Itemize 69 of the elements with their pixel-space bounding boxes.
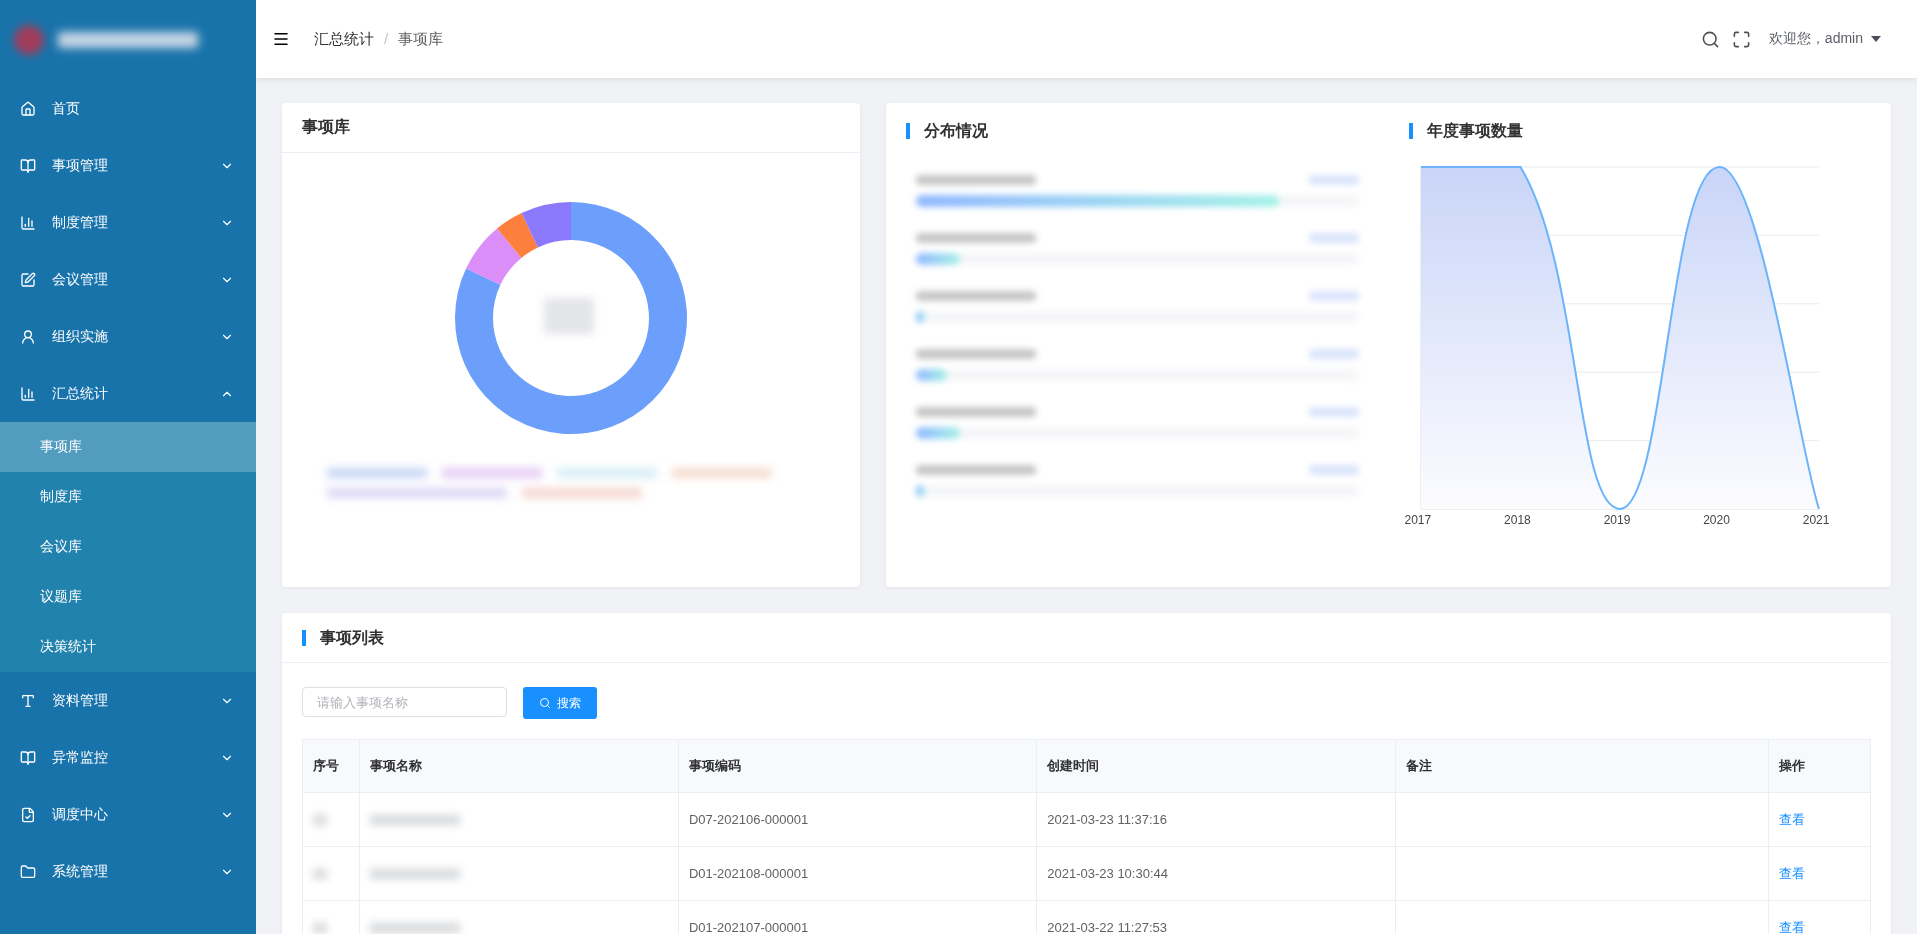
book-icon [20, 749, 36, 766]
table-cell: D07-202106-000001 [678, 792, 1037, 847]
blurred-cell [313, 922, 327, 933]
home-icon [20, 100, 36, 117]
search-icon[interactable] [1700, 29, 1720, 49]
section-title: 年度事项数量 [1408, 123, 1871, 139]
axis-label: 2017 [1404, 513, 1432, 527]
axis-label: 2021 [1802, 513, 1830, 527]
search-button[interactable]: 搜索 [523, 687, 597, 719]
book-icon [20, 157, 36, 174]
breadcrumb-item[interactable]: 汇总统计 [314, 29, 374, 49]
sidebar-item[interactable]: 异常监控 [0, 729, 256, 786]
view-link[interactable]: 查看 [1778, 919, 1805, 934]
column-header: 操作 [1768, 739, 1871, 793]
table-cell: D01-202108-000001 [678, 846, 1037, 901]
caret-icon [1871, 36, 1881, 42]
user-menu[interactable]: 欢迎您，admin [1762, 29, 1887, 49]
table-cell: 2021-03-23 11:37:16 [1036, 792, 1396, 847]
column-header: 备注 [1395, 739, 1769, 793]
column-header: 事项编码 [678, 739, 1037, 793]
logo-icon [14, 25, 44, 55]
menu-icon[interactable] [272, 30, 290, 48]
blurred-cell [313, 868, 327, 879]
submenu-item[interactable]: 议题库 [0, 572, 256, 622]
column-header: 创建时间 [1036, 739, 1396, 793]
blurred-value [1308, 291, 1359, 301]
axis-label: 2020 [1703, 513, 1730, 527]
blurred-value [1308, 175, 1359, 185]
submenu-item[interactable]: 事项库 [0, 422, 256, 472]
blurred-cell [313, 814, 327, 825]
view-link[interactable]: 查看 [1778, 865, 1805, 881]
sidebar-item[interactable]: 首页 [0, 80, 256, 137]
submenu-item[interactable]: 会议库 [0, 522, 256, 572]
blurred-value [1308, 465, 1359, 475]
folder-icon [20, 863, 36, 880]
user-icon [20, 328, 36, 345]
sidebar-item[interactable]: 制度管理 [0, 194, 256, 251]
edit-icon [20, 271, 36, 288]
breadcrumb-item: 事项库 [398, 29, 444, 49]
submenu-item[interactable]: 决策统计 [0, 622, 256, 672]
search-icon [539, 697, 551, 709]
sidebar-item[interactable]: 组织实施 [0, 308, 256, 365]
blurred-value [1308, 349, 1359, 359]
column-header: 事项名称 [359, 739, 679, 793]
bar-chart-icon [20, 214, 36, 231]
blurred-value [1308, 407, 1359, 417]
section-title: 分布情况 [906, 123, 1369, 139]
sidebar-item[interactable]: 系统管理 [0, 843, 256, 900]
submenu-item[interactable]: 制度库 [0, 472, 256, 522]
search-field[interactable]: 请输入事项名称 [302, 687, 507, 717]
sidebar-item[interactable]: 事项管理 [0, 137, 256, 194]
sidebar-item[interactable]: 会议管理 [0, 251, 256, 308]
sidebar-item[interactable]: 调度中心 [0, 786, 256, 843]
text-icon [20, 692, 36, 709]
document-icon [20, 806, 36, 823]
bar-chart-icon [20, 385, 36, 402]
table-cell: 2021-03-23 10:30:44 [1036, 846, 1396, 901]
sidebar-item[interactable]: 资料管理 [0, 672, 256, 729]
card-title: 事项库 [302, 117, 350, 137]
blurred-center-label [544, 298, 594, 334]
column-header: 序号 [302, 739, 360, 793]
section-title: 事项列表 [302, 629, 384, 646]
sidebar-item[interactable]: 汇总统计 [0, 365, 256, 422]
blurred-value [1308, 233, 1359, 243]
breadcrumb-separator: / [384, 29, 389, 49]
fullscreen-icon[interactable] [1731, 29, 1751, 49]
axis-label: 2019 [1603, 513, 1631, 527]
view-link[interactable]: 查看 [1778, 811, 1805, 827]
axis-label: 2018 [1504, 513, 1531, 527]
